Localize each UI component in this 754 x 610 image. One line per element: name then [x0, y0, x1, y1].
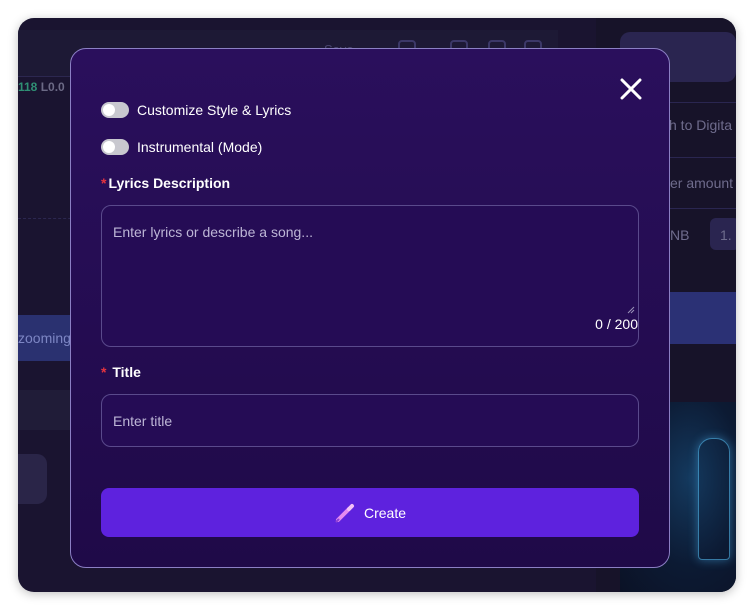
switch-knob: [103, 141, 115, 153]
lyrics-textarea-container: 0 / 200: [101, 205, 639, 347]
background-card: [18, 454, 47, 504]
background-right-text-1: ch to Digita: [662, 117, 733, 133]
background-artwork-figure: [698, 438, 730, 560]
customize-style-label: Customize Style & Lyrics: [137, 102, 292, 118]
lyrics-textarea[interactable]: [102, 206, 638, 314]
title-label: * Title: [101, 364, 141, 380]
instrumental-label: Instrumental (Mode): [137, 139, 263, 155]
create-button[interactable]: Create: [101, 488, 639, 537]
create-button-label: Create: [363, 504, 407, 521]
required-mark: *: [101, 175, 107, 191]
required-mark: *: [101, 364, 107, 380]
resize-grip-icon[interactable]: [627, 306, 635, 314]
close-icon: [620, 78, 642, 100]
lyrics-description-label: * Lyrics Description: [101, 175, 231, 191]
switch-knob: [103, 104, 115, 116]
background-right-text-3: NB: [670, 227, 690, 243]
background-ticker: 118 L0.0: [18, 80, 65, 94]
close-button[interactable]: [619, 77, 643, 101]
background-right-chip: 1.: [710, 218, 736, 250]
customize-style-toggle-row[interactable]: Customize Style & Lyrics: [101, 100, 291, 120]
create-song-modal: Customize Style & Lyrics Instrumental (M…: [70, 48, 670, 568]
instrumental-toggle-row[interactable]: Instrumental (Mode): [101, 137, 262, 157]
background-right-text-2: er amount: [670, 175, 734, 191]
title-input[interactable]: [101, 394, 639, 447]
pen-icon: [334, 502, 356, 524]
lyrics-char-counter: 0 / 200: [595, 316, 638, 332]
instrumental-switch[interactable]: [101, 139, 129, 155]
app-window: Save 118 L0.0 zooming ch to Digita er am…: [18, 18, 736, 592]
customize-style-switch[interactable]: [101, 102, 129, 118]
